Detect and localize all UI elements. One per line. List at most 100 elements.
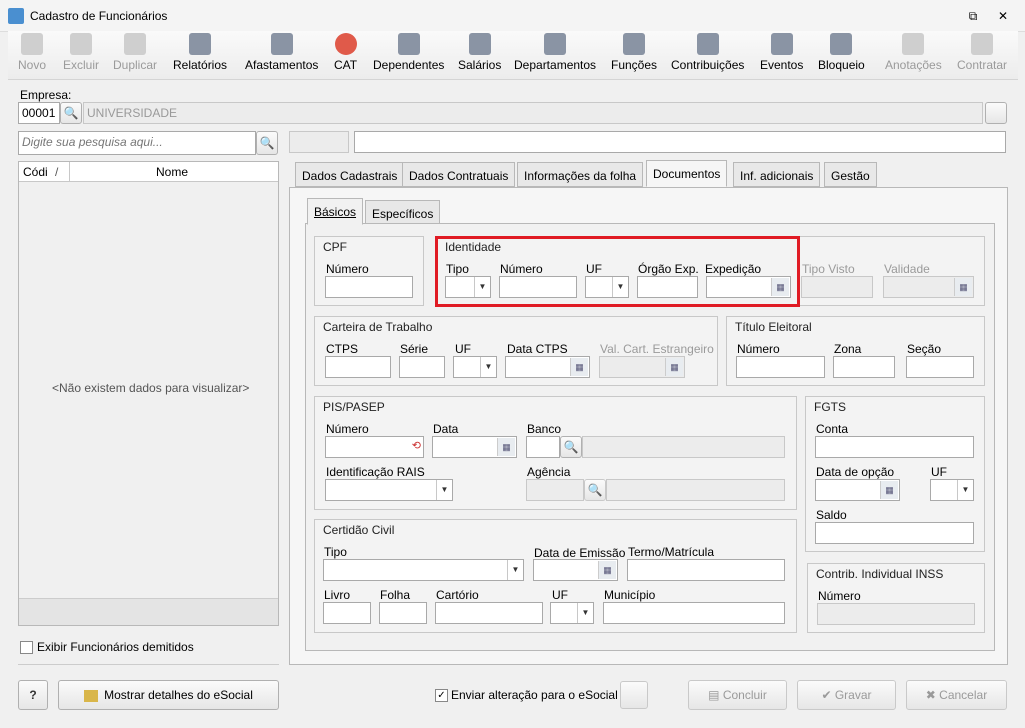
salarios-label: Salários bbox=[458, 58, 502, 72]
subtab-especificos[interactable]: Específicos bbox=[365, 200, 441, 225]
emissao-input[interactable]: ▦ bbox=[533, 559, 618, 581]
tab-dados-cadastrais[interactable]: Dados Cadastrais bbox=[295, 162, 405, 187]
rais-label: Identificação RAIS bbox=[326, 465, 425, 479]
folha-input[interactable] bbox=[379, 602, 427, 624]
show-dismissed-checkbox[interactable] bbox=[20, 641, 33, 654]
esocial-details-button[interactable]: Mostrar detalhes do eSocial bbox=[58, 680, 279, 710]
empresa-code-input[interactable]: 00001 bbox=[18, 102, 60, 124]
search-icon[interactable]: 🔍 bbox=[256, 131, 278, 155]
tab-dados-contratuais[interactable]: Dados Contratuais bbox=[402, 162, 516, 187]
excluir-label: Excluir bbox=[63, 58, 100, 72]
calendar-icon[interactable]: ▦ bbox=[598, 561, 616, 579]
calendar-icon: ▦ bbox=[954, 278, 972, 296]
help-button[interactable]: ? bbox=[18, 680, 48, 710]
titulo-numero-input[interactable] bbox=[736, 356, 825, 378]
gravar-button[interactable]: ✔ Gravar bbox=[797, 680, 896, 710]
banco-input[interactable] bbox=[526, 436, 560, 458]
dependentes-button[interactable]: Dependentes bbox=[373, 33, 444, 72]
municipio-input[interactable] bbox=[603, 602, 785, 624]
banco-search-icon[interactable]: 🔍 bbox=[560, 436, 582, 458]
fgts-title: FGTS bbox=[814, 400, 846, 414]
contratar-button[interactable]: Contratar bbox=[957, 33, 1007, 72]
conta-input[interactable] bbox=[815, 436, 974, 458]
saldo-input[interactable] bbox=[815, 522, 974, 544]
livro-label: Livro bbox=[324, 588, 351, 602]
col-code[interactable]: Códi bbox=[23, 165, 48, 179]
zona-label: Zona bbox=[834, 342, 862, 356]
cert-tipo-select[interactable]: ▼ bbox=[323, 559, 524, 581]
group-icon bbox=[696, 33, 719, 55]
fgts-uf-select[interactable]: ▼ bbox=[930, 479, 974, 501]
tab-gestao[interactable]: Gestão bbox=[824, 162, 877, 187]
send-esocial-checkbox[interactable]: ✓ bbox=[435, 689, 448, 702]
afastamentos-button[interactable]: Afastamentos bbox=[245, 33, 318, 72]
salarios-button[interactable]: Salários bbox=[458, 33, 501, 72]
subtab-basicos[interactable]: Básicos bbox=[307, 198, 364, 225]
concluir-button[interactable]: ▤ Concluir bbox=[688, 680, 787, 710]
departamentos-button[interactable]: Departamentos bbox=[514, 33, 596, 72]
serie-input[interactable] bbox=[399, 356, 445, 378]
chevron-down-icon[interactable]: ▼ bbox=[507, 560, 523, 580]
relatorios-button[interactable]: Relatórios bbox=[173, 33, 227, 72]
bloqueio-button[interactable]: Bloqueio bbox=[818, 33, 865, 72]
filter-text-field[interactable] bbox=[354, 131, 1006, 153]
novo-button[interactable]: Novo bbox=[18, 33, 46, 72]
duplicar-button[interactable]: Duplicar bbox=[113, 33, 157, 72]
excluir-button[interactable]: Excluir bbox=[63, 33, 99, 72]
banco-label: Banco bbox=[527, 422, 562, 436]
data-opcao-input[interactable]: ▦ bbox=[815, 479, 900, 501]
rais-select[interactable]: ▼ bbox=[325, 479, 453, 501]
pis-data-input[interactable]: ▦ bbox=[432, 436, 517, 458]
cat-button[interactable]: CAT bbox=[334, 33, 357, 72]
medical-cross-icon bbox=[334, 33, 357, 55]
calendar-icon[interactable]: ▦ bbox=[497, 438, 515, 456]
val-cart-label: Val. Cart. Estrangeiro bbox=[600, 342, 714, 356]
tab-inf-adicionais[interactable]: Inf. adicionais bbox=[733, 162, 821, 187]
data-opcao-label: Data de opção bbox=[816, 465, 895, 479]
cert-uf-select[interactable]: ▼ bbox=[550, 602, 594, 624]
cancelar-button[interactable]: ✖ Cancelar bbox=[906, 680, 1007, 710]
copy-icon[interactable] bbox=[620, 681, 648, 709]
anotacoes-button[interactable]: Anotações bbox=[885, 33, 942, 72]
cpf-numero-input[interactable] bbox=[325, 276, 413, 298]
pis-numero-input[interactable]: ⟲ bbox=[325, 436, 424, 458]
relatorios-label: Relatórios bbox=[173, 58, 228, 72]
secao-input[interactable] bbox=[906, 356, 974, 378]
contribuicoes-button[interactable]: Contribuições bbox=[671, 33, 744, 72]
chevron-down-icon[interactable]: ▼ bbox=[577, 603, 593, 623]
livro-input[interactable] bbox=[323, 602, 371, 624]
termo-input[interactable] bbox=[627, 559, 785, 581]
cartorio-input[interactable] bbox=[435, 602, 543, 624]
funcoes-label: Funções bbox=[611, 58, 658, 72]
chevron-down-icon[interactable]: ▼ bbox=[957, 480, 973, 500]
calendar-icon[interactable]: ▦ bbox=[880, 481, 898, 499]
restore-icon[interactable]: ⧉ bbox=[965, 8, 981, 24]
funcoes-button[interactable]: Funções bbox=[611, 33, 657, 72]
saldo-label: Saldo bbox=[816, 508, 847, 522]
chevron-down-icon[interactable]: ▼ bbox=[480, 357, 496, 377]
serie-label: Série bbox=[400, 342, 429, 356]
tab-documentos[interactable]: Documentos bbox=[646, 160, 728, 187]
tab-informacoes-folha[interactable]: Informações da folha bbox=[517, 162, 644, 187]
employee-grid[interactable]: Códi / Nome <Não existem dados para visu… bbox=[18, 161, 279, 626]
eventos-button[interactable]: Eventos bbox=[760, 33, 803, 72]
sort-icon: / bbox=[55, 165, 59, 179]
ctps-input[interactable] bbox=[325, 356, 391, 378]
empresa-search-icon[interactable]: 🔍 bbox=[60, 102, 82, 124]
ctps-uf-select[interactable]: ▼ bbox=[453, 356, 497, 378]
zona-input[interactable] bbox=[833, 356, 895, 378]
close-icon[interactable]: ✕ bbox=[995, 8, 1011, 24]
reset-icon[interactable]: ⟲ bbox=[412, 439, 421, 452]
calendar-icon[interactable]: ▦ bbox=[570, 358, 588, 376]
search-input[interactable]: Digite sua pesquisa aqui... bbox=[18, 131, 256, 155]
bloqueio-label: Bloqueio bbox=[818, 58, 865, 72]
inss-title: Contrib. Individual INSS bbox=[816, 567, 944, 581]
col-name[interactable]: Nome bbox=[156, 165, 188, 179]
data-ctps-input[interactable]: ▦ bbox=[505, 356, 590, 378]
hire-icon bbox=[971, 33, 994, 55]
afastamentos-label: Afastamentos bbox=[245, 58, 319, 72]
chevron-down-icon[interactable]: ▼ bbox=[436, 480, 452, 500]
lock-icon bbox=[830, 33, 853, 55]
layout-icon[interactable] bbox=[985, 102, 1007, 124]
filter-field[interactable] bbox=[289, 131, 349, 153]
